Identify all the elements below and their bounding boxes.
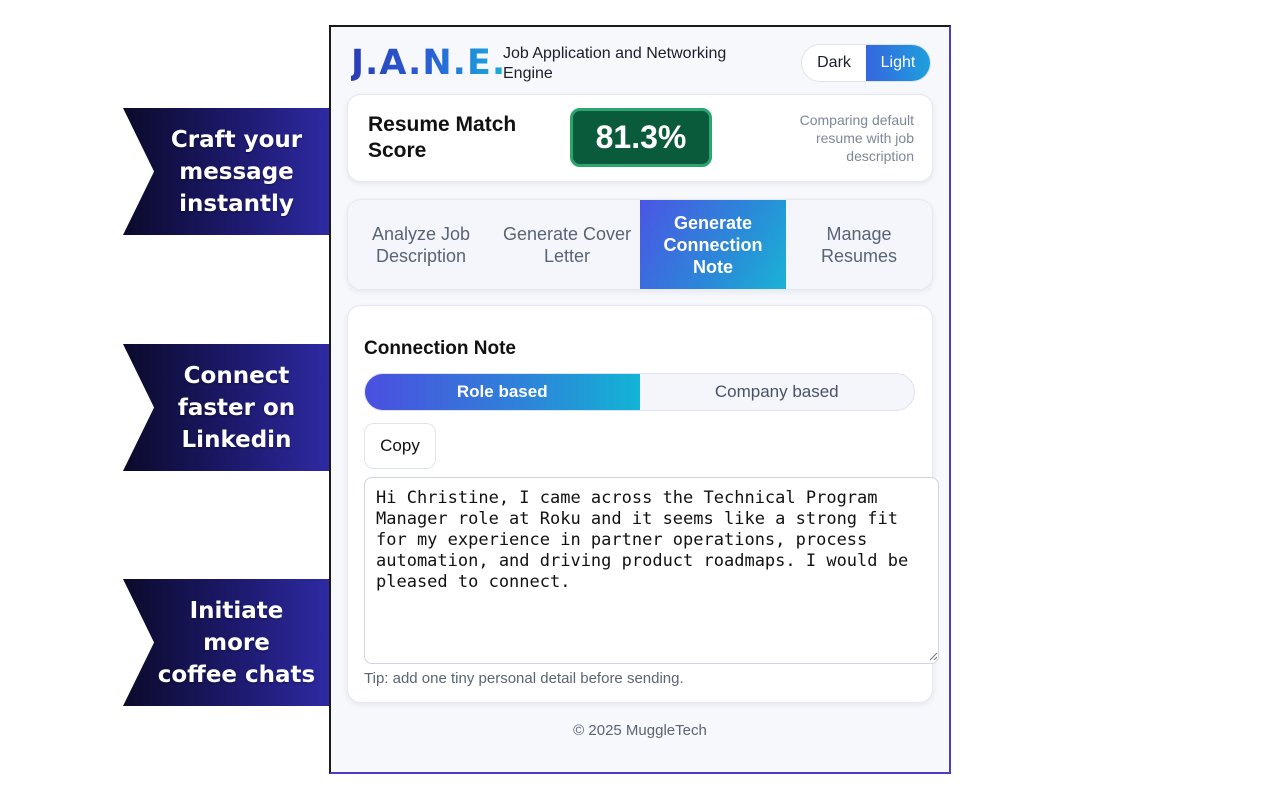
promo-banner-text: Connect faster on Linkedin [177, 362, 296, 453]
tab-manage-resumes[interactable]: Manage Resumes [786, 200, 932, 289]
promo-banner-text: Craft your message instantly [170, 126, 303, 217]
promo-banner-connect: Connect faster on Linkedin [123, 344, 330, 471]
company-based-button[interactable]: Company based [640, 374, 915, 410]
resume-match-card: Resume Match Score 81.3% Comparing defau… [347, 94, 933, 182]
note-mode-toggle: Role based Company based [364, 373, 915, 411]
screenshot-stage: Craft your message instantly Connect fas… [0, 0, 1280, 800]
theme-dark-button[interactable]: Dark [802, 45, 866, 81]
tip-text: Tip: add one tiny personal detail before… [364, 670, 684, 687]
promo-banner-craft: Craft your message instantly [123, 108, 330, 235]
score-badge: 81.3% [570, 108, 712, 167]
extension-panel: J.A.N.E. Job Application and Networking … [329, 25, 951, 774]
footer-copyright: © 2025 MuggleTech [573, 722, 707, 739]
main-tabs: Analyze Job Description Generate Cover L… [347, 199, 933, 290]
role-based-button[interactable]: Role based [365, 374, 640, 410]
connection-note-textarea[interactable]: Hi Christine, I came across the Technica… [364, 477, 939, 664]
score-label: Resume Match Score [368, 113, 517, 162]
connection-note-card: Connection Note Role based Company based… [347, 305, 939, 703]
copy-button[interactable]: Copy [364, 423, 436, 469]
promo-banner-coffee: Initiate more coffee chats [123, 579, 330, 706]
tab-connection-note[interactable]: Generate Connection Note [640, 200, 786, 289]
app-subtitle: Job Application and Networking Engine [503, 45, 727, 82]
theme-light-button[interactable]: Light [866, 45, 930, 81]
app-logo: J.A.N.E. [351, 43, 507, 83]
promo-banner-text: Initiate more coffee chats [157, 597, 316, 688]
tab-analyze-job[interactable]: Analyze Job Description [348, 200, 494, 289]
resize-grip-icon[interactable] [928, 651, 938, 661]
tab-cover-letter[interactable]: Generate Cover Letter [494, 200, 640, 289]
score-note: Comparing default resume with job descri… [799, 112, 914, 164]
section-title: Connection Note [364, 338, 516, 359]
theme-toggle: Dark Light [801, 44, 931, 82]
app-header: J.A.N.E. Job Application and Networking … [351, 41, 931, 87]
